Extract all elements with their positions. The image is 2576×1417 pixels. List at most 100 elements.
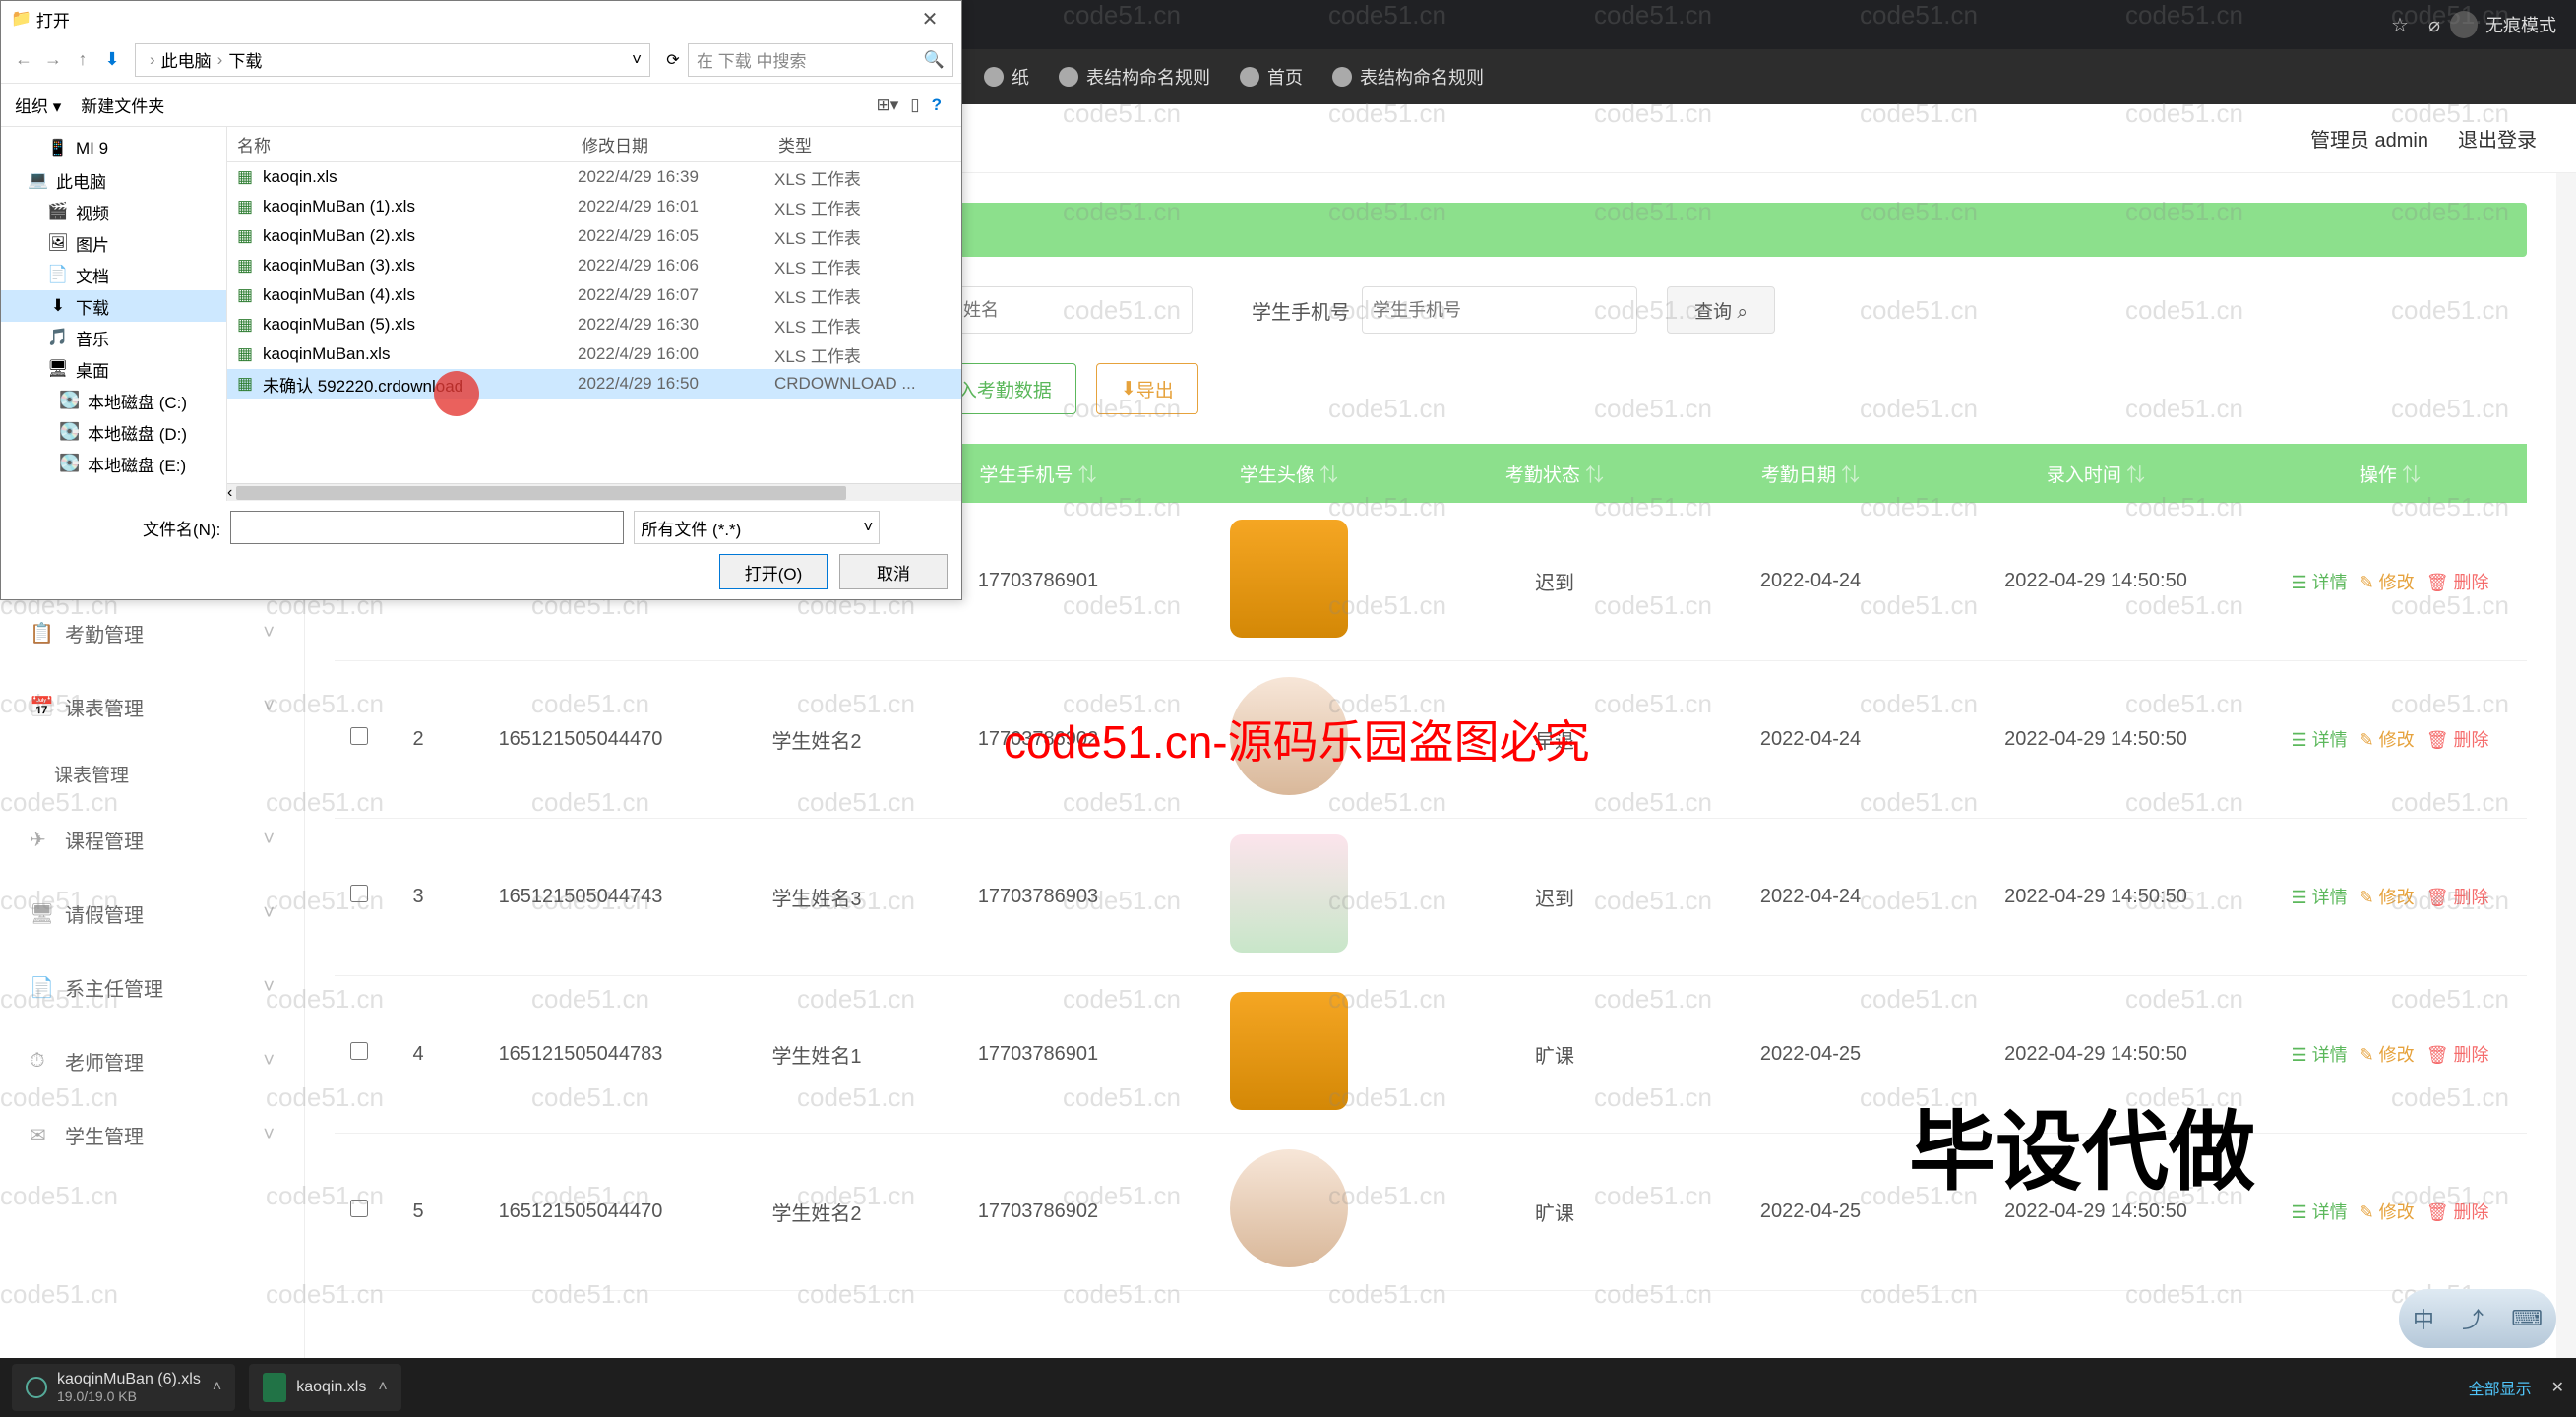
col-date[interactable]: 修改日期 <box>572 132 768 156</box>
close-icon[interactable]: ✕ <box>908 7 951 31</box>
key-icon[interactable]: ⌀ <box>2428 13 2440 37</box>
row-checkbox[interactable] <box>350 1042 368 1060</box>
student-phone-input[interactable] <box>1362 286 1637 334</box>
down-arrow-icon[interactable]: ⬇ <box>97 49 127 70</box>
nav-teacher[interactable]: ⏱老师管理˅ <box>0 1024 304 1098</box>
preview-pane-button[interactable]: ▯ <box>910 95 919 115</box>
tree-item[interactable]: 💽本地磁盘 (D:) <box>1 416 226 448</box>
nav-attendance[interactable]: 📋考勤管理˅ <box>0 596 304 670</box>
folder-icon: 💽 <box>60 422 80 442</box>
nav-dean[interactable]: 📄系主任管理˅ <box>0 951 304 1024</box>
download-chip-1[interactable]: kaoqinMuBan (6).xls 19.0/19.0 KB ˄ <box>12 1364 235 1411</box>
ime-indicator[interactable]: 中⤴⌨ <box>2399 1289 2556 1348</box>
file-row[interactable]: ▦kaoqinMuBan (5).xls2022/4/29 16:30XLS 工… <box>227 310 961 339</box>
tree-item[interactable]: 💻此电脑 <box>1 164 226 196</box>
table-row: 5165121505044470学生姓名217703786902旷课2022-0… <box>335 1133 2527 1290</box>
download-chip-2[interactable]: kaoqin.xls ˄ <box>249 1364 401 1411</box>
tree-item[interactable]: 🖥桌面 <box>1 353 226 385</box>
dialog-toolbar: 组织 ▾ 新建文件夹 ⊞▾ ▯ ? <box>1 84 961 127</box>
refresh-button[interactable]: ⟳ <box>658 50 688 70</box>
file-row[interactable]: ▦kaoqinMuBan (4).xls2022/4/29 16:07XLS 工… <box>227 280 961 310</box>
close-download-bar[interactable]: ✕ <box>2551 1378 2564 1397</box>
show-all-downloads[interactable]: 全部显示 <box>2469 1376 2532 1399</box>
query-button[interactable]: 查询 ⌕ <box>1667 286 1775 334</box>
nav-leave[interactable]: 🖥请假管理˅ <box>0 877 304 951</box>
table-header[interactable]: 考勤日期 ⇅ <box>1683 444 1938 503</box>
tree-item[interactable]: 🎵音乐 <box>1 322 226 353</box>
organize-button[interactable]: 组织 ▾ <box>15 92 61 117</box>
sub-item[interactable]: 课表管理 <box>0 744 304 803</box>
nav-student[interactable]: ✉学生管理˅ <box>0 1098 304 1172</box>
edit-link[interactable]: ✎ 修改 <box>2360 726 2415 752</box>
nav-course[interactable]: ✈课程管理˅ <box>0 803 304 877</box>
edit-link[interactable]: ✎ 修改 <box>2360 884 2415 909</box>
tree-item[interactable]: 📱MI 9 <box>1 133 226 164</box>
horizontal-scrollbar[interactable]: ‹ <box>227 483 961 501</box>
table-row: 3165121505044743学生姓名317703786903迟到2022-0… <box>335 818 2527 975</box>
row-checkbox[interactable] <box>350 885 368 902</box>
edit-link[interactable]: ✎ 修改 <box>2360 1041 2415 1067</box>
export-button[interactable]: ⬇ 导出 <box>1096 363 1198 414</box>
edit-link[interactable]: ✎ 修改 <box>2360 1199 2415 1224</box>
path-box[interactable]: › 此电脑 › 下载 ˅ <box>135 43 650 77</box>
cancel-button[interactable]: 取消 <box>839 554 948 589</box>
bookmark-home[interactable]: 首页 <box>1240 64 1303 90</box>
table-header[interactable]: 学生头像 ⇅ <box>1151 444 1427 503</box>
bookmark-paper[interactable]: 纸 <box>984 64 1029 90</box>
detail-link[interactable]: ☰ 详情 <box>2291 569 2347 594</box>
bookmark-naming2[interactable]: 表结构命名规则 <box>1332 64 1484 90</box>
chevron-down-icon[interactable]: ˅ <box>632 50 642 70</box>
file-row[interactable]: ▦kaoqinMuBan.xls2022/4/29 16:00XLS 工作表 <box>227 339 961 369</box>
tree-item[interactable]: 💽本地磁盘 (E:) <box>1 448 226 479</box>
tree-item[interactable]: 💽本地磁盘 (C:) <box>1 385 226 416</box>
table-header[interactable]: 考勤状态 ⇅ <box>1427 444 1683 503</box>
delete-link[interactable]: 🗑 删除 <box>2426 884 2489 909</box>
delete-link[interactable]: 🗑 删除 <box>2426 1199 2489 1224</box>
logout-link[interactable]: 退出登录 <box>2458 124 2537 153</box>
open-button[interactable]: 打开(O) <box>719 554 828 589</box>
delete-link[interactable]: 🗑 删除 <box>2426 1041 2489 1067</box>
filetype-select[interactable]: 所有文件 (*.*)˅ <box>634 511 880 544</box>
edit-link[interactable]: ✎ 修改 <box>2360 569 2415 594</box>
tree-item[interactable]: 🎬视频 <box>1 196 226 227</box>
help-button[interactable]: ? <box>932 95 942 115</box>
file-row[interactable]: ▦kaoqin.xls2022/4/29 16:39XLS 工作表 <box>227 162 961 192</box>
folder-icon: 💽 <box>60 391 80 410</box>
star-icon[interactable]: ☆ <box>2391 13 2409 37</box>
detail-link[interactable]: ☰ 详情 <box>2291 1041 2347 1067</box>
view-options-button[interactable]: ⊞▾ <box>876 95 898 115</box>
delete-link[interactable]: 🗑 删除 <box>2426 569 2489 594</box>
file-row[interactable]: ▦kaoqinMuBan (1).xls2022/4/29 16:01XLS 工… <box>227 192 961 221</box>
chevron-up-icon[interactable]: ˄ <box>378 1379 387 1396</box>
tree-item[interactable]: 🖼图片 <box>1 227 226 259</box>
table-row: 2165121505044470学生姓名217703786902早退2022-0… <box>335 660 2527 818</box>
detail-link[interactable]: ☰ 详情 <box>2291 1199 2347 1224</box>
new-folder-button[interactable]: 新建文件夹 <box>81 92 164 117</box>
detail-link[interactable]: ☰ 详情 <box>2291 726 2347 752</box>
back-button[interactable]: ← <box>9 49 38 70</box>
row-checkbox[interactable] <box>350 727 368 745</box>
forward-button[interactable]: → <box>38 49 68 70</box>
dialog-search-input[interactable]: 在 下载 中搜索 🔍 <box>688 43 953 77</box>
filename-input[interactable] <box>230 511 624 544</box>
row-checkbox[interactable] <box>350 1200 368 1217</box>
file-row[interactable]: ▦kaoqinMuBan (3).xls2022/4/29 16:06XLS 工… <box>227 251 961 280</box>
file-row[interactable]: ▦未确认 592220.crdownload2022/4/29 16:50CRD… <box>227 369 961 399</box>
up-button[interactable]: ↑ <box>68 49 97 70</box>
bookmark-naming1[interactable]: 表结构命名规则 <box>1059 64 1210 90</box>
table-header[interactable]: 录入时间 ⇅ <box>1938 444 2253 503</box>
chevron-up-icon[interactable]: ˄ <box>213 1379 221 1396</box>
nav-timetable[interactable]: 📅课表管理˅ <box>0 670 304 744</box>
detail-link[interactable]: ☰ 详情 <box>2291 884 2347 909</box>
col-type[interactable]: 类型 <box>768 132 906 156</box>
file-icon: ▦ <box>237 256 257 276</box>
tree-item[interactable]: 📄文档 <box>1 259 226 290</box>
col-name[interactable]: 名称 <box>227 132 572 156</box>
file-icon: ▦ <box>237 344 257 364</box>
table-header[interactable]: 操作 ⇅ <box>2253 444 2527 503</box>
delete-link[interactable]: 🗑 删除 <box>2426 726 2489 752</box>
dialog-title: 打开 <box>36 7 70 31</box>
file-row[interactable]: ▦kaoqinMuBan (2).xls2022/4/29 16:05XLS 工… <box>227 221 961 251</box>
tree-item[interactable]: ⬇下载 <box>1 290 226 322</box>
admin-label[interactable]: 管理员 admin <box>2310 124 2428 153</box>
